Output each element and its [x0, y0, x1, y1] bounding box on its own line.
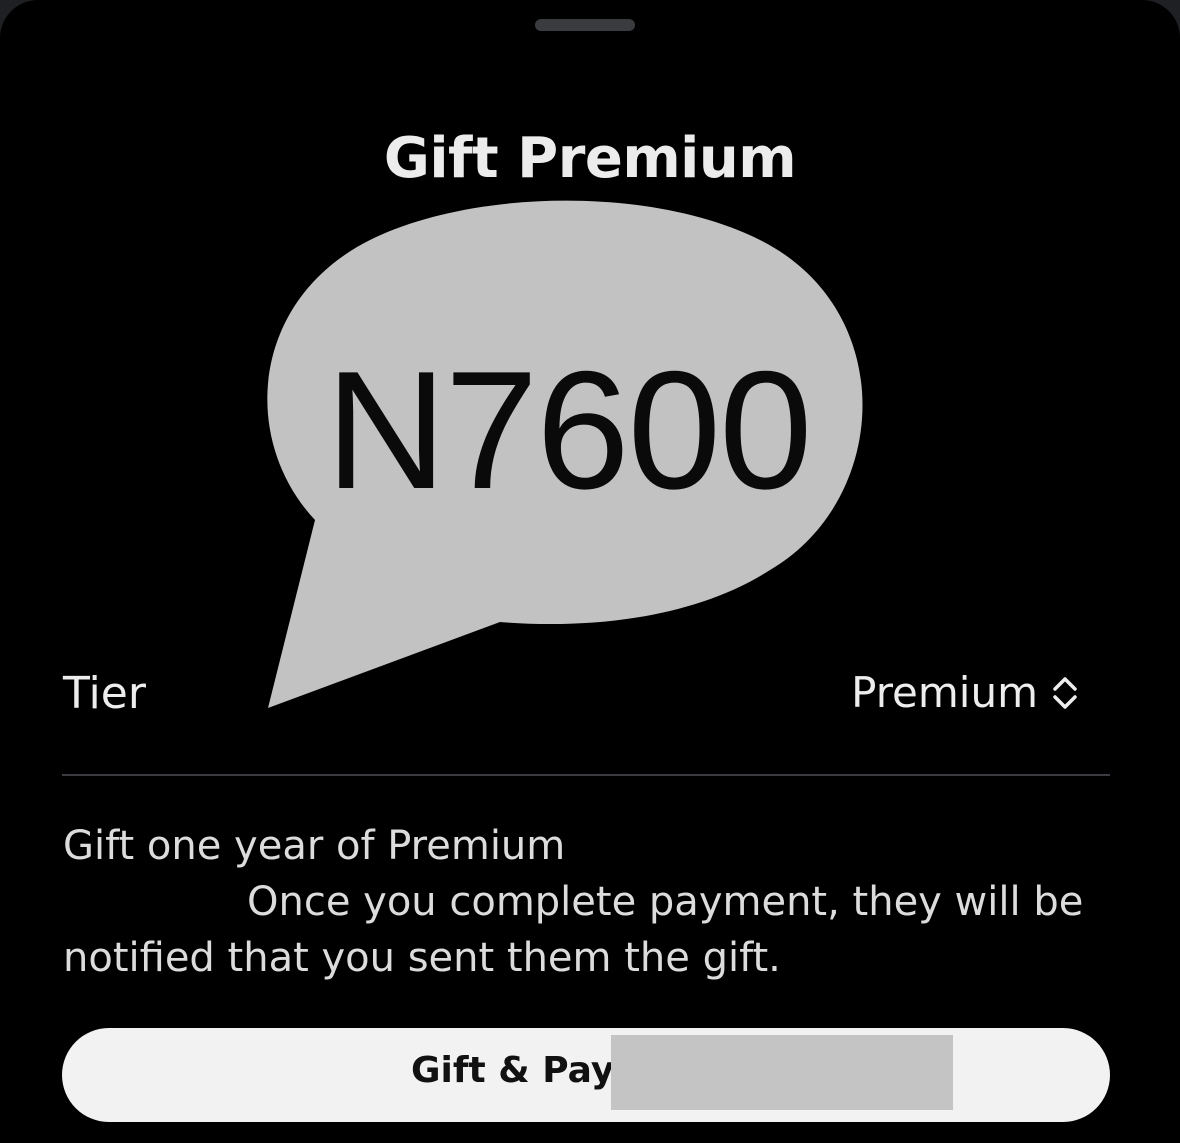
chevron-up-down-icon: [1053, 676, 1077, 709]
divider: [62, 774, 1110, 776]
tier-selected-value: Premium: [851, 668, 1038, 717]
tier-label: Tier: [63, 668, 146, 719]
gift-and-pay-label: Gift & Pay: [411, 1050, 615, 1091]
redaction-box: [611, 1035, 953, 1110]
gift-description: Gift one year of Premium Once you comple…: [63, 818, 1113, 986]
gift-description-line2: Once you complete payment, they will be …: [63, 879, 1084, 981]
tier-selector[interactable]: Premium: [851, 668, 1080, 717]
gift-description-line1: Gift one year of Premium: [63, 823, 566, 869]
speech-bubble-price-text: N7600: [325, 336, 812, 524]
gift-premium-sheet: Gift Premium N7600 Tier Premium Gift one…: [0, 0, 1180, 1143]
